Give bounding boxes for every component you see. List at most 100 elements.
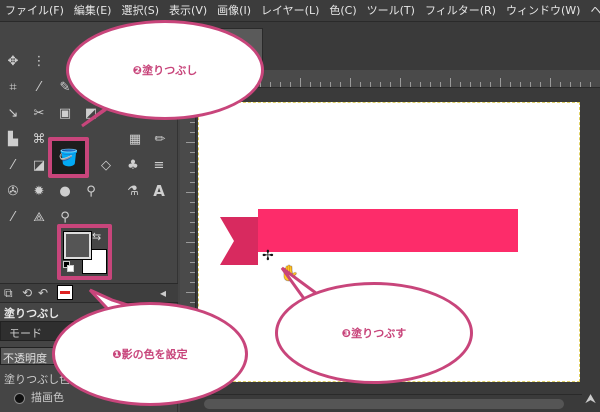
callout-step3-text: ❸塗りつぶす [341, 327, 407, 340]
clone-icon[interactable]: ✇ [4, 182, 22, 200]
menu-color[interactable]: 色(C) [324, 0, 361, 21]
fuzzy-select-icon[interactable]: ⁄ [30, 78, 48, 96]
tool-options-title: 塗りつぶし [4, 307, 60, 320]
ruler-tick [580, 82, 581, 87]
menu-help[interactable]: ヘルプ(H) [585, 0, 600, 21]
ruler-tick [190, 302, 195, 303]
scissors-icon[interactable]: ✂ [30, 104, 48, 122]
ruler-tick [320, 82, 321, 87]
ruler-tick [186, 292, 195, 293]
dodge-icon[interactable]: ● [56, 182, 74, 200]
bucket-fill-icon[interactable]: 🪣 [48, 137, 89, 178]
ruler-tick [420, 82, 421, 87]
opacity-label: 不透明度 [3, 352, 47, 365]
ruler-tick [280, 82, 281, 87]
foreground-color-swatch[interactable] [63, 231, 92, 260]
menu-filters[interactable]: フィルター(R) [420, 0, 501, 21]
menu-layer[interactable]: レイヤー(L) [256, 0, 324, 21]
menu-bar: ファイル(F) 編集(E) 選択(S) 表示(V) 画像(I) レイヤー(L) … [0, 0, 600, 22]
reset-colors-icon[interactable] [63, 261, 74, 272]
heal-icon[interactable]: ▙ [4, 130, 22, 148]
ruler-tick [590, 82, 591, 87]
fg-color-radio[interactable]: 描画色 [14, 389, 64, 405]
ruler-tick [400, 78, 401, 87]
ruler-tick [540, 82, 541, 87]
swap-colors-icon[interactable]: ⇆ [92, 230, 101, 243]
ruler-tick [190, 182, 195, 183]
eraser-icon[interactable]: ◇ [97, 156, 115, 174]
perspective-icon[interactable]: ▣ [56, 104, 74, 122]
ruler-tick [290, 82, 291, 87]
pencil-icon[interactable]: ✏ [151, 130, 169, 148]
ruler-tick [190, 172, 195, 173]
callout-step3: ❸塗りつぶす [275, 282, 473, 384]
tool-options-tab-icon[interactable]: ⧉ [4, 286, 13, 301]
ruler-tick [350, 78, 351, 87]
crosshair-cursor-icon: ✢ [262, 248, 274, 264]
fg-color-radio-label: 描画色 [31, 391, 64, 404]
ruler-tick [370, 82, 371, 87]
align-icon[interactable]: ⋮ [30, 52, 48, 70]
ruler-tick [190, 282, 195, 283]
bucket-cursor-icon: ✋ [280, 264, 299, 282]
ruler-tick [186, 192, 195, 193]
radio-icon [14, 392, 25, 404]
callout-step2: ❷塗りつぶし [66, 20, 264, 120]
ruler-tick [190, 122, 195, 123]
ruler-tick [380, 82, 381, 87]
crop-icon[interactable]: ⌗ [4, 78, 22, 96]
ruler-tick [480, 82, 481, 87]
ruler-tick [190, 272, 195, 273]
ruler-tick [300, 78, 301, 87]
horizontal-scrollbar[interactable] [196, 394, 582, 412]
ruler-tick [186, 242, 195, 243]
ruler-tick [530, 82, 531, 87]
navigate-icon[interactable]: ⮝ [585, 392, 596, 407]
ruler-tick [560, 82, 561, 87]
menu-tools[interactable]: ツール(T) [362, 0, 420, 21]
burn-icon[interactable]: ⚲ [82, 182, 100, 200]
ruler-tick [330, 82, 331, 87]
transform-icon[interactable]: ↘ [4, 104, 22, 122]
ruler-tick [190, 262, 195, 263]
ruler-tick [190, 152, 195, 153]
menu-edit[interactable]: 編集(E) [69, 0, 117, 21]
airbrush-icon[interactable]: ♣ [124, 156, 142, 174]
device-status-tab-icon[interactable]: ⟲ [22, 286, 32, 300]
perspective-clone-icon[interactable]: ▦ [126, 130, 144, 148]
mode-label: モード [9, 327, 42, 340]
ruler-tick [190, 232, 195, 233]
menu-windows[interactable]: ウィンドウ(W) [501, 0, 585, 21]
ruler-tick [340, 82, 341, 87]
ruler-tick [570, 82, 571, 87]
brush-icon[interactable]: ⁄ [4, 156, 22, 174]
cage-icon[interactable]: ⌘ [30, 130, 48, 148]
path-tool-icon[interactable]: ⚗ [124, 182, 142, 200]
menu-image[interactable]: 画像(I) [212, 0, 256, 21]
ruler-tick [460, 82, 461, 87]
undo-history-tab-icon[interactable]: ↶ [38, 286, 48, 300]
menu-view[interactable]: 表示(V) [164, 0, 212, 21]
ruler-tick [190, 222, 195, 223]
text-icon[interactable]: A [150, 182, 168, 200]
menu-file[interactable]: ファイル(F) [0, 0, 69, 21]
dock-menu-icon[interactable]: ◂ [160, 286, 166, 300]
ruler-tick [190, 132, 195, 133]
scrollbar-thumb[interactable] [204, 399, 564, 409]
blend-icon[interactable]: ◪ [30, 156, 48, 174]
ruler-tick [520, 82, 521, 87]
measure-icon[interactable]: ⟁ [30, 208, 48, 226]
ruler-tick [470, 82, 471, 87]
menu-select[interactable]: 選択(S) [116, 0, 164, 21]
ink-icon[interactable]: ≡ [150, 156, 168, 174]
color-picker-icon[interactable]: ⁄ [4, 208, 22, 226]
ruler-tick [500, 78, 501, 87]
move-icon[interactable]: ✥ [4, 52, 22, 70]
images-tab-icon[interactable] [57, 285, 73, 300]
smudge-icon[interactable]: ✹ [30, 182, 48, 200]
ruler-tick [186, 142, 195, 143]
ruler-tick [360, 82, 361, 87]
ruler-tick [190, 202, 195, 203]
ruler-tick [190, 252, 195, 253]
ruler-tick [440, 82, 441, 87]
